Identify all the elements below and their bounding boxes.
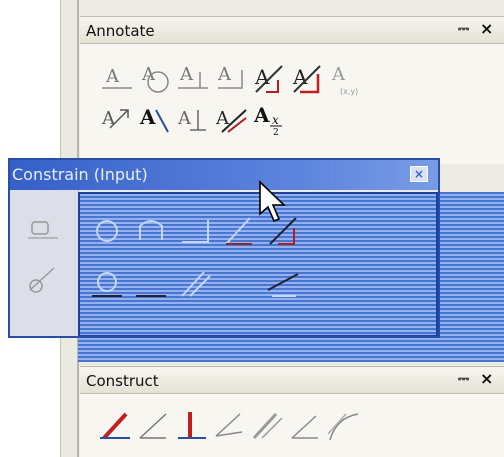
svg-text:A: A (139, 105, 156, 129)
svg-text:A: A (217, 64, 232, 85)
curve-tangent-icon[interactable] (326, 408, 360, 442)
svg-text:A: A (101, 108, 116, 129)
svg-text:A: A (177, 108, 192, 129)
angle-line-2-icon[interactable] (288, 408, 322, 442)
mouse-cursor-icon (258, 180, 288, 225)
ghost-lock-icon[interactable] (134, 214, 168, 248)
fraction-den: 2 (273, 128, 279, 136)
coord-label: (x,y) (340, 87, 358, 96)
bold-leader-icon[interactable]: A (138, 102, 172, 136)
crossed-leader-icon[interactable]: A (214, 102, 248, 136)
ghost-tangent-icon[interactable] (266, 266, 300, 300)
fraction-label: A (253, 103, 270, 127)
construct-header[interactable]: Construct ⎓ × (80, 366, 504, 394)
constrain-tools (90, 208, 420, 328)
ghost-angle-icon[interactable] (222, 214, 256, 248)
fraction-sub: x (272, 113, 279, 127)
angled-slash-text-icon[interactable]: A (252, 62, 286, 96)
ghost-align-icon[interactable] (178, 214, 212, 248)
pin-icon[interactable]: ⎓ (458, 371, 469, 387)
svg-text:A: A (105, 66, 120, 87)
red-pen-icon[interactable] (98, 408, 132, 442)
angle-text-icon[interactable]: A (214, 62, 248, 96)
pin-icon[interactable]: ⎓ (458, 21, 469, 37)
align-text-icon[interactable]: A (176, 62, 210, 96)
annotate-close-icon[interactable]: × (480, 19, 493, 38)
annotate-header[interactable]: Annotate ⎓ × (80, 16, 504, 44)
ghost-circle-icon[interactable] (90, 214, 124, 248)
ghost-line-icon[interactable] (134, 266, 168, 300)
parallel-lines-icon[interactable] (250, 408, 284, 442)
coordinate-text-icon[interactable]: A (x,y) (328, 62, 362, 96)
angle-line-icon[interactable] (136, 408, 170, 442)
svg-text:A: A (331, 64, 346, 85)
construct-close-icon[interactable]: × (480, 369, 493, 388)
text-label-icon[interactable]: A (100, 62, 134, 96)
arrow-label-icon[interactable]: A (100, 102, 134, 136)
ghost-lock-2-icon[interactable] (90, 266, 124, 300)
construct-title: Construct (86, 372, 159, 390)
fraction-text-icon[interactable]: A x 2 (252, 102, 286, 136)
construct-palette (80, 394, 504, 457)
circle-text-icon[interactable]: A (138, 62, 172, 96)
perpendicular-red-icon[interactable] (174, 408, 208, 442)
svg-text:A: A (179, 64, 194, 85)
angle-arrows-icon[interactable] (212, 408, 246, 442)
plain-leader-icon[interactable]: A (176, 102, 210, 136)
ghost-parallel-icon[interactable] (178, 266, 212, 300)
annotate-title: Annotate (86, 22, 155, 40)
annotate-palette: A A A A A A A (x,y) A A A A A x 2 (80, 44, 504, 164)
angled-red-text-icon[interactable]: A (290, 62, 324, 96)
